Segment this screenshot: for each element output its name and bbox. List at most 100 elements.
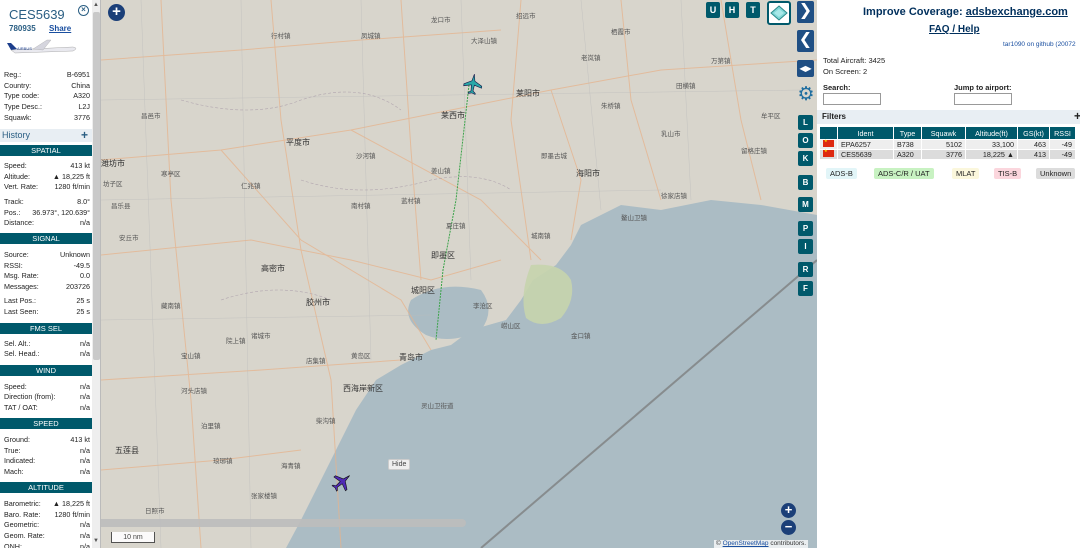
signal-row: Source: Unknown [4,250,90,260]
detail-value: A320 [73,91,90,100]
f-toggle-button[interactable]: F [798,281,813,296]
map-place-label: 宝山镇 [181,353,201,360]
chevron-right-icon[interactable]: ❯ [797,1,814,23]
expand-filters-icon[interactable]: + [1074,109,1080,123]
table-row[interactable]: EPA6257 B738 5102 33,100 463 -49 [819,138,1076,150]
scale-bar: 10 nm [111,532,155,543]
legend-chip[interactable]: ADS-B [826,168,857,179]
b-toggle-button[interactable]: B [798,175,813,190]
map-place-label: 夏庄镇 [446,223,466,230]
share-link[interactable]: Share [49,24,71,33]
hide-button[interactable]: Hide [388,459,411,470]
scrollbar-thumb[interactable] [93,12,100,360]
aircraft-marker-ces5639[interactable] [462,73,484,95]
gear-icon[interactable]: ⚙ [796,85,816,105]
adsbexchange-link[interactable]: adsbexchange.com [966,6,1068,18]
l-toggle-button[interactable]: L [798,115,813,130]
map-place-label: 城南镇 [531,233,551,240]
squawk-column-header[interactable]: Squawk [921,126,966,140]
map-place-label: 琅琊镇 [213,458,233,465]
map-place-label: 沙河镇 [356,153,376,160]
github-link[interactable]: tar1090 on github (20072 [1003,41,1076,48]
spatial-value: n/a [80,218,90,227]
ident-column-header[interactable]: Ident [837,126,894,140]
left-panel-scrollbar[interactable]: ▲ ▼ [92,0,100,548]
fms-row: Sel. Head.: n/a [4,349,90,359]
map-place-label: 老岚镇 [581,55,601,62]
speed-value: n/a [80,456,90,465]
map-place-label: 招远市 [516,13,536,20]
signal-key: Last Pos.: [4,296,36,305]
chevron-left-icon[interactable]: ❮ [797,30,814,52]
spatial-row: Speed: 413 kt [4,161,90,171]
jump-to-airport-label: Jump to airport: [954,83,1012,92]
legend-chip[interactable]: TIS-B [994,168,1022,179]
m-toggle-button[interactable]: M [798,197,813,212]
signal-key: Msg. Rate: [4,271,39,280]
t-toggle-button[interactable]: T [746,2,760,18]
spatial-section-header[interactable]: SPATIAL [0,145,92,156]
r-toggle-button[interactable]: R [798,262,813,277]
table-row[interactable]: CES5639 A320 3776 18,225 ▲ 413 -49 [819,148,1076,160]
scroll-up-arrow-icon[interactable]: ▲ [93,2,99,8]
altitude-cell: 18,225 ▲ [965,149,1018,160]
aircraft-marker-epa6257[interactable] [331,471,353,493]
scroll-down-arrow-icon[interactable]: ▼ [93,538,99,544]
spatial-value: 1280 ft/min [54,182,90,191]
flag-column-header[interactable] [819,126,838,140]
altitude-column-header[interactable]: Altitude(ft) [965,126,1018,140]
squawk-cell: 3776 [921,149,966,160]
speed-value: n/a [80,446,90,455]
legend-chip[interactable]: ADS-C/R / UAT [874,168,934,179]
legend-chip[interactable]: Unknown [1036,168,1076,179]
detail-value: China [71,81,90,90]
total-aircraft: Total Aircraft: 3425 [823,56,885,65]
k-toggle-button[interactable]: K [798,151,813,166]
i-toggle-button[interactable]: I [798,239,813,254]
altitude-section-header[interactable]: ALTITUDE [0,482,92,493]
zoom-in-plus-button[interactable]: + [108,4,125,21]
speed-key: Indicated: [4,456,36,465]
signal-section-header[interactable]: SIGNAL [0,233,92,244]
map-place-label: 姜山镇 [431,168,451,175]
filters-section[interactable]: Filters + [817,109,1080,124]
fms-section-header[interactable]: FMS SEL [0,323,92,334]
fms-value: n/a [80,339,90,348]
gs-column-header[interactable]: GS(kt) [1017,126,1050,140]
wind-value: n/a [80,392,90,401]
map-place-label: 寒亭区 [161,171,181,178]
zoom-out-button[interactable]: − [781,520,796,535]
p-toggle-button[interactable]: P [798,221,813,236]
legend-chip[interactable]: MLAT [952,168,980,179]
openstreetmap-link[interactable]: OpenStreetMap [723,540,769,547]
search-input[interactable] [823,93,881,105]
rssi-column-header[interactable]: RSSI [1049,126,1076,140]
type-column-header[interactable]: Type [893,126,922,140]
layers-icon[interactable] [767,1,791,25]
h-toggle-button[interactable]: H [725,2,739,18]
speed-value: 413 kt [70,435,90,444]
history-section[interactable]: History + [0,128,92,142]
map-place-label: 安丘市 [119,235,139,242]
close-icon[interactable]: × [78,5,89,16]
u-toggle-button[interactable]: U [706,2,720,18]
expand-history-icon[interactable]: + [81,128,88,142]
map-place-label: 南村镇 [351,203,371,210]
speed-section-header[interactable]: SPEED [0,418,92,429]
wind-row: Speed: n/a [4,382,90,392]
map-view[interactable]: 潍坊市 平度市 莱西市 莱阳市 海阳市 即墨区 城阳区 青岛市 胶州市 高密市 西海岸新区 五莲县 招远… [101,0,817,548]
expand-arrows-icon[interactable]: ◀▶ [797,60,814,77]
map-place-label: 栖霞市 [611,29,631,36]
map-place-label: 徐家店镇 [661,193,687,200]
wind-section-header[interactable]: WIND [0,365,92,376]
jump-to-airport-input[interactable] [954,93,1012,105]
detail-row: Country: China [4,81,90,91]
map-horizontal-scrollbar[interactable] [101,519,466,527]
ident-cell: EPA6257 [837,139,894,150]
altitude-key: Geom. Rate: [4,531,45,540]
speed-value: n/a [80,467,90,476]
zoom-in-button[interactable]: + [781,503,796,518]
o-toggle-button[interactable]: O [798,133,813,148]
improve-coverage-label: Improve Coverage: [863,6,963,18]
faq-help-link[interactable]: FAQ / Help [929,24,980,35]
